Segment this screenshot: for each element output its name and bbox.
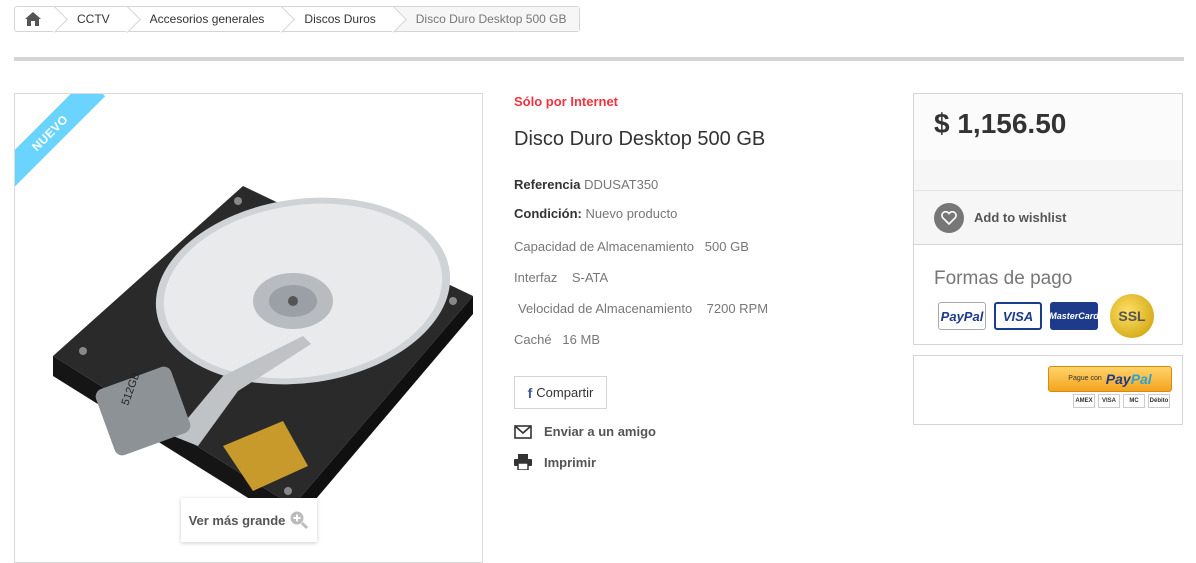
condition-value: Nuevo producto: [585, 206, 678, 221]
visa-card-icon: VISA: [994, 302, 1042, 330]
price-section: $ 1,156.50: [914, 94, 1182, 191]
share-facebook-button[interactable]: f Compartir: [514, 376, 607, 409]
heart-icon: [934, 202, 964, 233]
breadcrumb-item-accesorios[interactable]: Accesorios generales: [128, 7, 283, 31]
reference-row: Referencia DDUSAT350: [514, 177, 658, 192]
feature-name: Capacidad de Almacenamiento: [514, 239, 694, 254]
view-larger-button[interactable]: Ver más grande: [181, 498, 317, 542]
reference-value: DDUSAT350: [584, 177, 659, 192]
breadcrumb-item-discos[interactable]: Discos Duros: [282, 7, 393, 31]
envelope-icon: [514, 424, 532, 439]
send-to-friend-link[interactable]: Enviar a un amigo: [514, 424, 656, 439]
mastercard-mini-icon: MC: [1123, 394, 1145, 408]
section-divider: [14, 57, 1184, 61]
breadcrumb-current: Disco Duro Desktop 500 GB: [393, 7, 579, 31]
feature-row: Velocidad de Almacenamiento 7200 RPM: [518, 301, 768, 316]
paypal-logo-pay: Pay: [1105, 371, 1131, 387]
feature-name: Interfaz: [514, 270, 558, 285]
feature-value: 16 MB: [562, 332, 600, 347]
paypal-box: Pague con PayPal AMEX VISA MC Débito: [913, 355, 1183, 425]
paypal-logo-pal: Pal: [1130, 371, 1152, 387]
paypal-card-icon: PayPal: [938, 302, 986, 330]
home-icon: [25, 12, 41, 26]
print-label: Imprimir: [544, 454, 597, 470]
product-price: $ 1,156.50: [934, 108, 1067, 139]
breadcrumb-home[interactable]: [15, 7, 55, 31]
feature-row: Capacidad de Almacenamiento 500 GB: [514, 239, 749, 254]
visa-mini-icon: VISA: [1098, 394, 1120, 408]
reference-label: Referencia: [514, 177, 581, 192]
mastercard-icon: MasterCard: [1049, 302, 1099, 330]
printer-icon: [514, 454, 532, 470]
print-link[interactable]: Imprimir: [514, 454, 596, 470]
send-to-friend-label: Enviar a un amigo: [544, 424, 656, 439]
condition-label: Condición:: [514, 206, 582, 221]
feature-name: Velocidad de Almacenamiento: [518, 301, 693, 316]
feature-value: 7200 RPM: [706, 301, 769, 316]
feature-name: Caché: [514, 332, 552, 347]
zoom-in-icon: [290, 511, 309, 530]
facebook-icon: f: [527, 384, 533, 401]
price-footer-band: [914, 160, 1182, 190]
payment-methods: PayPal VISA MasterCard SSL: [938, 294, 1154, 338]
feature-value: 500 GB: [704, 239, 749, 254]
paypal-logo: PayPal: [1106, 371, 1152, 387]
paypal-checkout-button[interactable]: Pague con PayPal: [1048, 366, 1172, 392]
debit-icon: Débito: [1148, 394, 1170, 408]
paypal-accepted-cards: AMEX VISA MC Débito: [1073, 394, 1170, 408]
feature-value: S-ATA: [571, 270, 609, 285]
online-only-label: Sólo por Internet: [514, 94, 618, 109]
amex-icon: AMEX: [1073, 394, 1095, 408]
breadcrumb: CCTV Accesorios generales Discos Duros D…: [14, 6, 580, 32]
price-box: $ 1,156.50 Add to wishlist Formas de pag…: [913, 93, 1183, 345]
feature-row: Interfaz S-ATA: [514, 270, 608, 285]
share-label: Compartir: [536, 385, 594, 400]
product-title: Disco Duro Desktop 500 GB: [514, 128, 766, 150]
view-larger-label: Ver más grande: [188, 512, 286, 528]
condition-row: Condición: Nuevo producto: [514, 206, 677, 221]
hard-drive-image[interactable]: 512GB: [23, 146, 478, 546]
add-to-wishlist-button[interactable]: Add to wishlist: [914, 191, 1182, 245]
ssl-seal-icon: SSL: [1110, 294, 1154, 338]
product-image-block[interactable]: NUEVO 512GB Ver más grande: [14, 93, 483, 563]
payment-methods-title: Formas de pago: [934, 268, 1073, 289]
wishlist-label: Add to wishlist: [974, 210, 1067, 225]
feature-row: Caché 16 MB: [514, 332, 600, 347]
paypal-prefix: Pague con: [1068, 375, 1102, 382]
